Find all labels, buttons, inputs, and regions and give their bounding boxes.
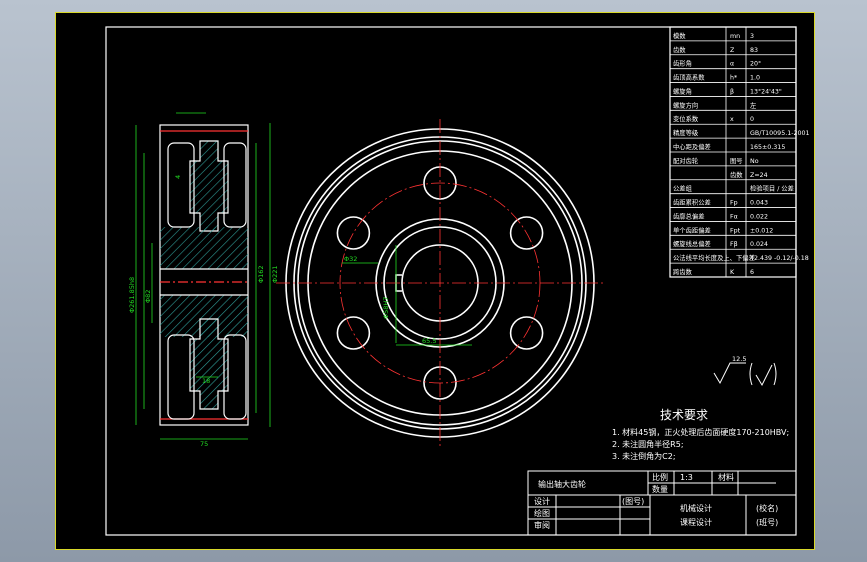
param-val: 0.022 — [750, 213, 768, 220]
param-val: 20° — [750, 60, 761, 68]
school-name: (校名) — [756, 503, 778, 513]
param-name: 中心距及偏差 — [673, 142, 711, 151]
param-name: 跨齿数 — [673, 267, 693, 276]
param-val: 检验项目 / 公差 — [750, 184, 794, 193]
param-sym: x — [730, 116, 734, 123]
scale-value: 1:3 — [680, 473, 693, 482]
tech-title: 技术要求 — [660, 408, 708, 422]
param-sym: Z — [730, 47, 735, 54]
param-val: 3 — [750, 33, 754, 40]
param-val: 13°24'43" — [750, 87, 782, 95]
dim-d3: Φ82 — [144, 290, 152, 303]
dim-chamfer: 4 — [174, 175, 182, 179]
param-name: 配对齿轮 — [673, 156, 699, 165]
part-name: 输出轴大齿轮 — [538, 479, 586, 489]
param-name: 变位系数 — [673, 114, 699, 123]
param-sym: K — [730, 269, 735, 276]
param-sym: Fβ — [730, 241, 738, 248]
dim-bore: Φ58H7 — [382, 297, 390, 319]
param-name: 模数 — [673, 31, 686, 40]
param-name: 螺旋角 — [673, 86, 692, 95]
param-val: 165±0.315 — [750, 144, 785, 151]
drawing-no-label: (图号) — [622, 497, 644, 506]
drawn-label: 绘图 — [534, 508, 550, 518]
tech-line-1: 1. 材料45钢，正火处理后齿面硬度170-210HBV; — [612, 427, 789, 437]
param-sym: β — [730, 88, 734, 95]
dim-keyway: 65.5 — [422, 337, 436, 345]
param-val: No — [750, 158, 759, 165]
param-sym: Fpt — [730, 227, 741, 234]
param-name: 螺旋线总偏差 — [673, 239, 711, 248]
cad-viewport[interactable]: 75 18 Φ162 Φ221 Φ261.85h8 Φ82 4 Φ58H7 65… — [55, 12, 815, 550]
param-name: 单个齿距偏差 — [673, 225, 711, 234]
param-val: 42.439 -0.12/-0.18 — [750, 255, 809, 262]
param-sym: 齿数 — [730, 170, 743, 179]
param-sym: Fp — [730, 200, 738, 207]
center-lines — [276, 119, 604, 447]
param-val: GB/T10095.1-2001 — [750, 130, 810, 137]
dim-hole: Φ32 — [344, 255, 357, 263]
param-name: 公法线平均长度及上、下偏差 — [673, 253, 755, 262]
course-line-2: 课程设计 — [680, 517, 712, 527]
param-val: 83 — [750, 47, 758, 54]
gear-drawing: 75 18 Φ162 Φ221 Φ261.85h8 Φ82 4 Φ58H7 65… — [105, 26, 810, 536]
param-val: 左 — [750, 100, 756, 109]
param-name: 公差组 — [673, 184, 693, 193]
param-name: 齿距累积公差 — [673, 198, 711, 207]
param-name: 齿廓总偏差 — [673, 211, 704, 220]
parameter-table: 模数 mn 3 齿数 Z 83 齿形角 α 20° 齿顶高系数 h* 1.0 螺旋角 β 13°24'43"… — [669, 26, 810, 278]
qty-label: 数量 — [652, 484, 668, 494]
param-val: 6 — [750, 269, 754, 276]
dim-da: Φ261.85h8 — [128, 277, 136, 313]
roughness-value: 12.5 — [732, 355, 746, 363]
web-hole — [336, 316, 371, 350]
param-val: 0.043 — [750, 200, 768, 207]
tech-line-2: 2. 未注圆角半径R5; — [612, 439, 684, 449]
param-name: 精度等级 — [673, 128, 699, 137]
design-label: 设计 — [534, 496, 550, 506]
param-val: ±0.012 — [750, 227, 773, 234]
tech-line-3: 3. 未注倒角为C2; — [612, 451, 676, 461]
param-val: 0.024 — [750, 241, 768, 248]
param-name: 齿顶高系数 — [673, 73, 705, 82]
review-label: 审阅 — [534, 520, 550, 530]
param-val: 1.0 — [750, 75, 760, 82]
material-label: 材料 — [718, 472, 734, 482]
dim-width: 75 — [200, 440, 208, 448]
param-sym: mn — [730, 33, 740, 40]
param-sym: 图号 — [730, 157, 743, 165]
param-val: Z=24 — [750, 172, 768, 179]
param-sym: h* — [730, 75, 737, 82]
param-name: 齿形角 — [673, 59, 692, 68]
roughness-symbol — [713, 362, 777, 387]
scale-label: 比例 — [652, 472, 668, 482]
param-sym: α — [730, 61, 734, 68]
param-val: 0 — [750, 116, 754, 123]
course-line-1: 机械设计 — [680, 503, 712, 513]
front-dimensions — [342, 245, 472, 346]
class-number: (班号) — [756, 517, 778, 527]
param-name: 齿数 — [673, 45, 686, 54]
dim-d2: Φ221 — [271, 265, 279, 283]
dim-d1: Φ162 — [257, 265, 265, 283]
param-sym: Fα — [730, 213, 738, 220]
param-name: 螺旋方向 — [673, 100, 698, 109]
dim-hub-length: 18 — [202, 377, 210, 385]
